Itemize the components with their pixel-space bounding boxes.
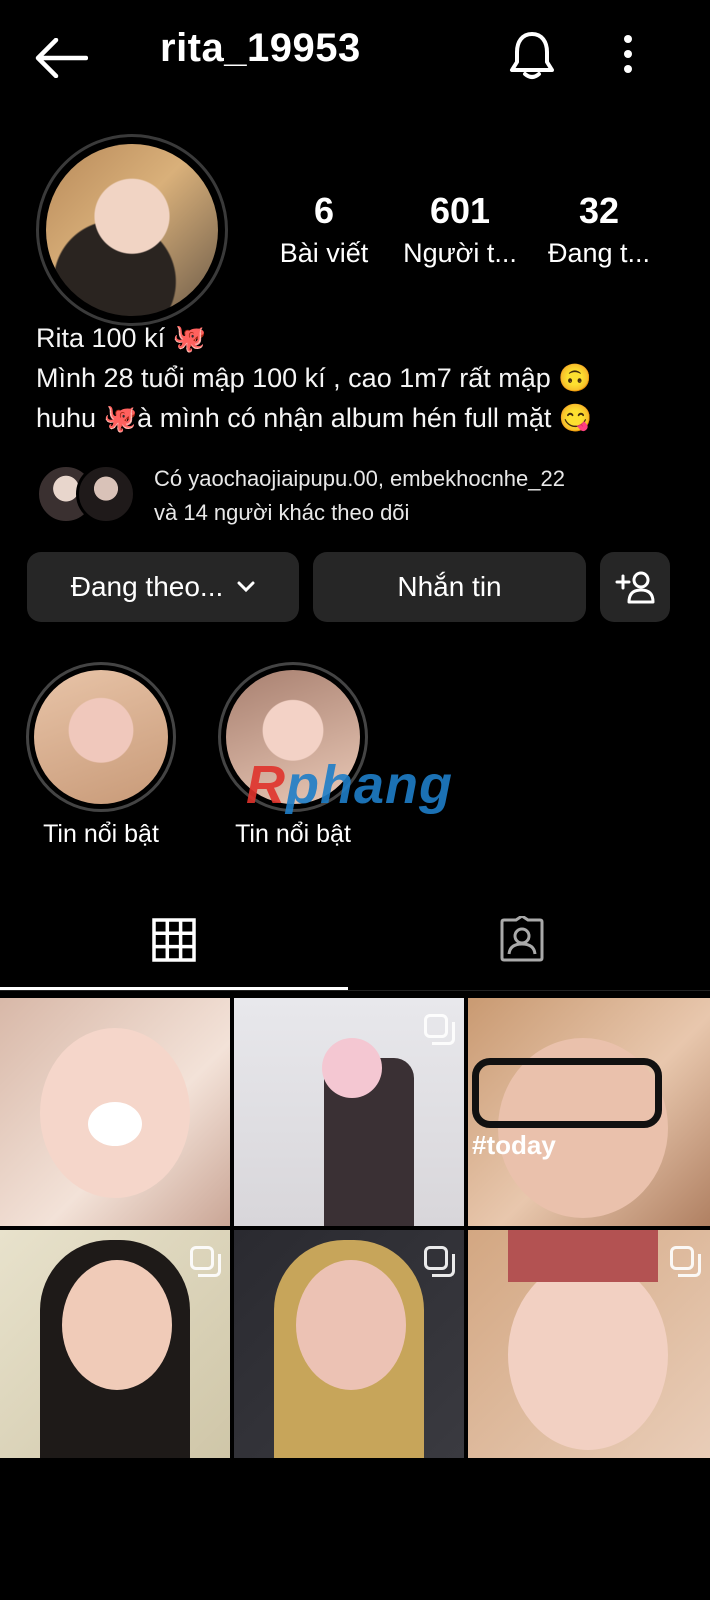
post-thumbnail-6[interactable] (468, 1230, 710, 1458)
multi-post-icon (424, 1246, 455, 1277)
profile-username: rita_19953 (160, 26, 361, 70)
followed-by-line-1: Có yaochaojiaipupu.00, embekhocnhe_22 (154, 466, 565, 491)
multi-post-icon (190, 1246, 221, 1277)
post-overlay-text: #today (472, 1130, 556, 1160)
post-thumbnail-5[interactable] (234, 1230, 464, 1458)
add-person-button[interactable] (600, 552, 670, 622)
multi-post-icon (424, 1014, 455, 1045)
bio-name: Rita 100 kí 🐙 (36, 323, 207, 353)
more-vertical-icon[interactable] (622, 34, 634, 74)
profile-avatar[interactable] (46, 144, 218, 316)
stat-followers-label: Người t... (403, 238, 517, 268)
multi-post-icon (670, 1246, 701, 1277)
highlight-2-label: Tin nổi bật (235, 820, 351, 848)
back-arrow-icon[interactable] (34, 38, 88, 78)
followed-by-line-2: và 14 người khác theo dõi (154, 500, 410, 525)
active-tab-indicator (0, 987, 348, 990)
tagged-icon[interactable] (498, 916, 546, 964)
stat-followers[interactable]: 601 Người t... (385, 190, 535, 269)
bell-icon[interactable] (508, 30, 556, 80)
stat-following[interactable]: 32 Đang t... (524, 190, 674, 269)
bio-line-2: huhu 🐙à mình có nhận album hén full mặt … (36, 403, 593, 433)
post-thumbnail-1[interactable] (0, 998, 230, 1226)
stat-following-label: Đang t... (547, 238, 651, 268)
stat-posts-label: Bài viết (279, 238, 369, 268)
add-person-icon (615, 571, 655, 604)
message-button-label: Nhắn tin (397, 571, 502, 602)
highlight-1[interactable] (34, 670, 168, 804)
followed-by-text[interactable]: Có yaochaojiaipupu.00, embekhocnhe_22 và… (154, 462, 565, 530)
stat-posts[interactable]: 6 Bài viết (249, 190, 399, 269)
post-thumbnail-4[interactable] (0, 1230, 230, 1458)
following-button[interactable]: Đang theo... (27, 552, 299, 622)
grid-icon[interactable] (152, 918, 196, 962)
stat-followers-count: 601 (429, 190, 491, 231)
post-thumbnail-2[interactable] (234, 998, 464, 1226)
follower-avatar (76, 464, 136, 524)
highlight-1-label: Tin nổi bật (43, 820, 159, 848)
chevron-down-icon (237, 581, 255, 593)
following-button-label: Đang theo... (70, 571, 224, 602)
stat-following-count: 32 (578, 190, 620, 231)
post-thumbnail-3[interactable]: #today (468, 998, 710, 1226)
stat-posts-count: 6 (313, 190, 335, 231)
message-button[interactable]: Nhắn tin (313, 552, 586, 622)
tab-divider (0, 990, 710, 991)
bio-line-1: Mình 28 tuổi mập 100 kí , cao 1m7 rất mậ… (36, 363, 592, 393)
watermark-logo: Rphang (246, 755, 453, 815)
